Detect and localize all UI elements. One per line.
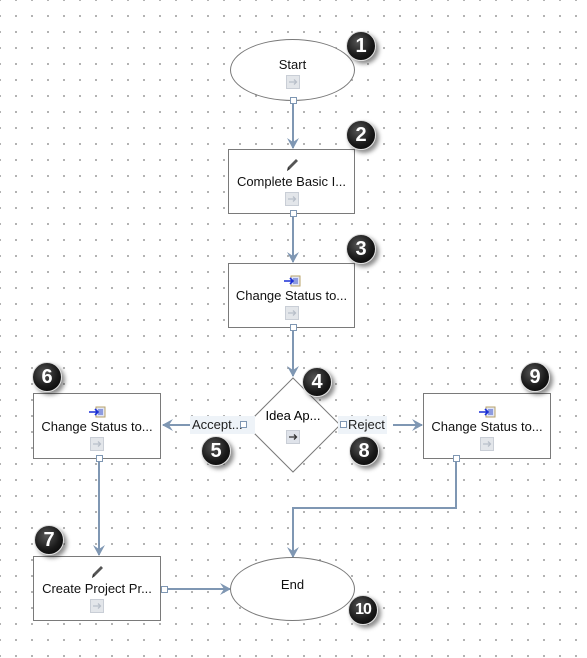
task-node-change-status[interactable]: Change Status to... — [228, 263, 355, 328]
output-port-reject[interactable] — [340, 421, 347, 428]
edge-badge: 8 — [349, 436, 379, 466]
status-change-icon — [283, 271, 301, 287]
pencil-icon — [89, 564, 105, 580]
step-badge: 2 — [346, 120, 376, 150]
step-arrow-icon — [90, 599, 104, 613]
task-node-complete-basic[interactable]: Complete Basic I... — [228, 149, 355, 214]
step-badge: 6 — [32, 362, 62, 392]
output-port[interactable] — [96, 455, 103, 462]
output-port[interactable] — [453, 455, 460, 462]
step-badge: 3 — [346, 234, 376, 264]
start-label: Start — [278, 57, 307, 72]
step-arrow-icon — [284, 306, 299, 320]
task-node-create-project[interactable]: Create Project Pr... — [33, 556, 161, 621]
task-node-change-status-reject[interactable]: Change Status to... — [423, 393, 551, 459]
step-badge: 1 — [346, 31, 376, 61]
step-arrow-icon — [286, 430, 300, 444]
edge-badge: 5 — [201, 436, 231, 466]
step-badge: 10 — [348, 595, 378, 625]
task-node-change-status-accept[interactable]: Change Status to... — [33, 393, 161, 459]
output-port[interactable] — [290, 210, 297, 217]
task-label: Change Status to... — [431, 418, 543, 434]
step-badge: 4 — [302, 367, 332, 397]
task-label: Change Status to... — [235, 288, 348, 303]
step-arrow-icon — [284, 192, 299, 206]
status-change-icon — [478, 402, 496, 418]
start-node[interactable]: Start — [230, 39, 355, 101]
task-label: Create Project Pr... — [42, 581, 152, 596]
task-label: Complete Basic I... — [236, 174, 347, 189]
step-arrow-icon — [285, 75, 300, 89]
output-port[interactable] — [290, 324, 297, 331]
output-port-accept[interactable] — [240, 421, 247, 428]
edge-reject-status-to-end[interactable] — [287, 462, 457, 558]
output-port[interactable] — [161, 586, 168, 593]
decision-label: Idea Ap... — [265, 408, 321, 423]
step-arrow-icon — [480, 436, 494, 451]
step-badge: 7 — [34, 525, 64, 555]
step-arrow-icon — [90, 436, 104, 451]
pencil-icon — [284, 157, 300, 173]
output-port[interactable] — [290, 97, 297, 104]
end-node[interactable]: End — [230, 557, 355, 621]
end-label: End — [280, 577, 305, 592]
step-badge: 9 — [520, 362, 550, 392]
status-change-icon — [88, 402, 106, 418]
task-label: Change Status to... — [41, 418, 153, 434]
